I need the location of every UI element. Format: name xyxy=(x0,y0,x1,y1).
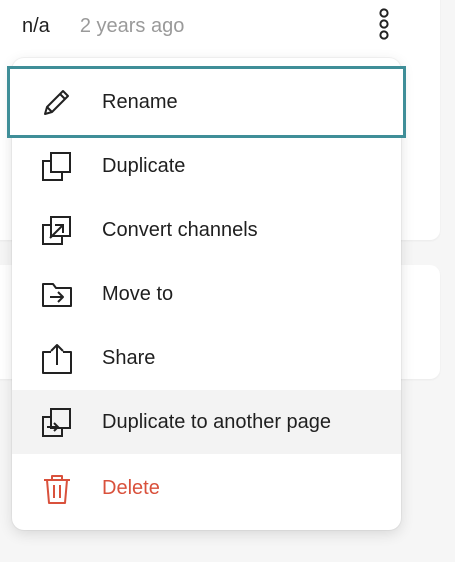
card-meta: n/a 2 years ago xyxy=(22,12,184,40)
menu-item-convert-channels[interactable]: Convert channels xyxy=(12,198,401,262)
menu-item-label: Duplicate to another page xyxy=(102,410,332,433)
menu-item-share[interactable]: Share xyxy=(12,326,401,390)
menu-item-duplicate-to-another-page[interactable]: Duplicate to another page xyxy=(12,390,401,454)
menu-item-rename[interactable]: Rename xyxy=(7,66,406,138)
menu-item-move-to[interactable]: Move to xyxy=(12,262,401,326)
duplicate-to-page-icon xyxy=(40,406,74,440)
menu-item-label: Share xyxy=(102,346,156,369)
menu-item-label: Move to xyxy=(102,282,174,305)
meta-timestamp: 2 years ago xyxy=(79,14,185,37)
menu-item-duplicate[interactable]: Duplicate xyxy=(12,134,401,198)
kebab-menu-icon xyxy=(379,8,389,40)
context-menu: Rename Duplicate Convert channels Move t… xyxy=(7,58,406,530)
convert-channels-icon xyxy=(40,214,74,248)
menu-item-label: Duplicate xyxy=(102,154,186,177)
folder-move-icon xyxy=(40,278,74,312)
trash-icon xyxy=(40,472,74,506)
meta-value: n/a xyxy=(22,14,50,37)
more-options-button[interactable] xyxy=(372,6,396,42)
menu-item-label: Convert channels xyxy=(102,218,258,241)
menu-item-delete[interactable]: Delete xyxy=(12,456,401,520)
share-icon xyxy=(40,342,74,376)
pencil-icon xyxy=(40,85,74,119)
menu-item-label: Rename xyxy=(102,90,178,113)
menu-item-label: Delete xyxy=(102,476,160,499)
duplicate-icon xyxy=(40,150,74,184)
